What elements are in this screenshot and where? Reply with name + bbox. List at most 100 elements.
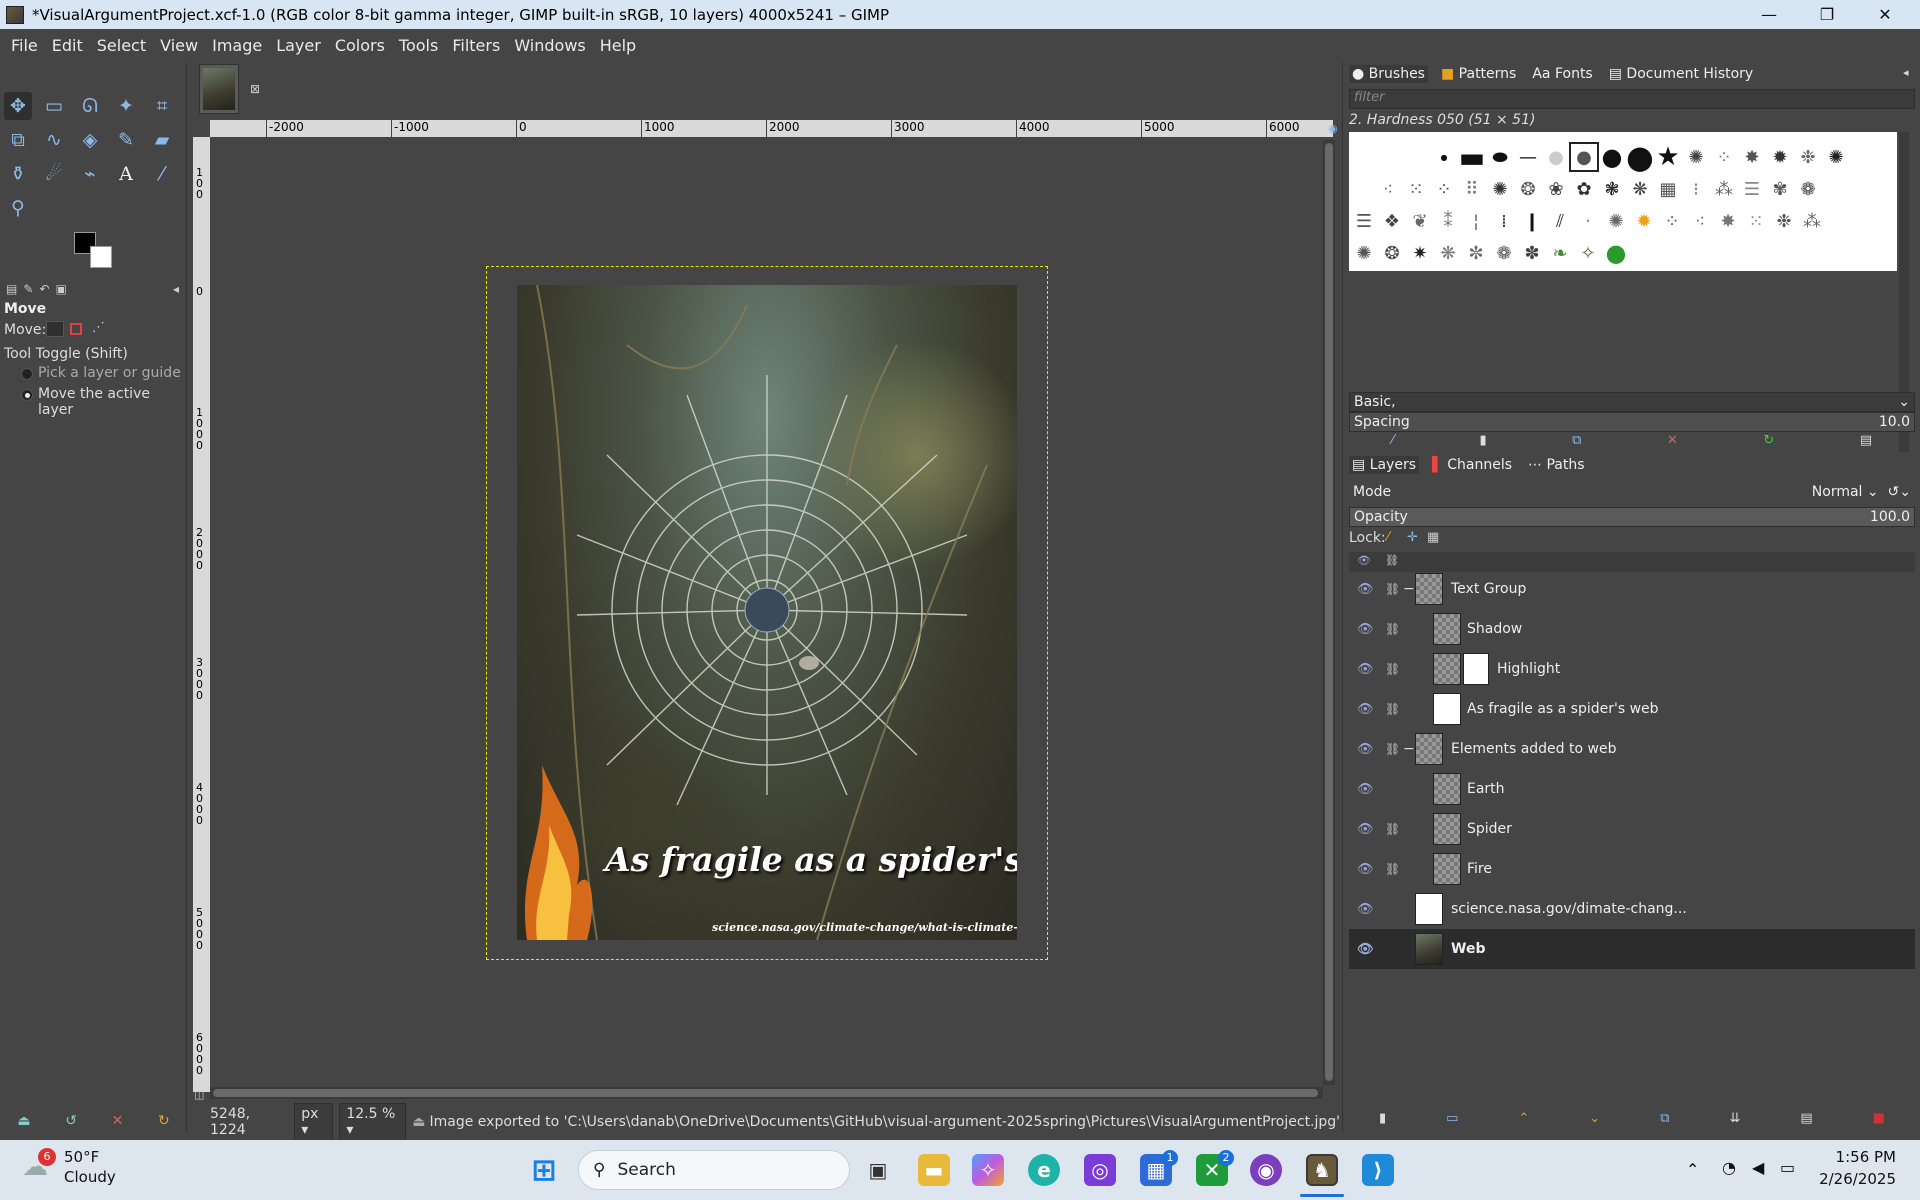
zoom-follow-icon[interactable]: ◉ bbox=[1328, 122, 1338, 135]
brush-grid[interactable]: ● ▬ ⬬ — ● ● ● ● ★ ✺ ⁘ ✸ ✹ ❉ ✺ ⁖ ⁙ ⁘ ⠿ ✺ … bbox=[1349, 132, 1897, 271]
tab-channels[interactable]: ▌ Channels bbox=[1429, 456, 1515, 474]
menu-colors[interactable]: Colors bbox=[328, 36, 392, 55]
brush-item[interactable]: ✸ bbox=[1713, 206, 1743, 236]
brush-item[interactable]: ● bbox=[1429, 142, 1459, 172]
menu-help[interactable]: Help bbox=[593, 36, 643, 55]
chain-icon[interactable]: ⛓ bbox=[1385, 582, 1400, 596]
brush-item[interactable]: ✺ bbox=[1349, 238, 1379, 268]
duplicate-brush-icon[interactable]: ⧉ bbox=[1572, 433, 1581, 448]
tab-brushes[interactable]: ● Brushes bbox=[1349, 65, 1428, 83]
brush-item[interactable]: ☰ bbox=[1737, 174, 1767, 204]
brush-item[interactable]: ★ bbox=[1653, 142, 1683, 172]
brush-item[interactable]: ❖ bbox=[1377, 206, 1407, 236]
layer-row[interactable]: 👁 ⛓ − Elements added to web bbox=[1349, 729, 1915, 769]
device-status-tab-icon[interactable]: ✎ bbox=[23, 282, 33, 296]
images-tab-icon[interactable]: ▣ bbox=[55, 282, 66, 296]
quick-mask-toggle-icon[interactable]: ◫ bbox=[194, 1088, 204, 1101]
open-brush-as-image-icon[interactable]: ▤ bbox=[1860, 433, 1872, 448]
brush-item[interactable]: ✺ bbox=[1601, 206, 1631, 236]
configure-tab-icon[interactable]: ◂ bbox=[173, 282, 179, 296]
menu-file[interactable]: File bbox=[4, 36, 45, 55]
move-tool-icon[interactable]: ✥ bbox=[4, 92, 32, 120]
horizontal-scrollbar[interactable] bbox=[210, 1087, 1323, 1099]
collapse-icon[interactable]: − bbox=[1403, 581, 1415, 597]
task-view-icon[interactable]: ▣ bbox=[862, 1154, 894, 1186]
layer-row[interactable]: 👁 ⛓ Spider bbox=[1349, 809, 1915, 849]
menu-view[interactable]: View bbox=[153, 36, 205, 55]
brush-item[interactable]: ⁞ bbox=[1489, 206, 1519, 236]
brush-item[interactable]: — bbox=[1513, 142, 1543, 172]
crop-tool-icon[interactable]: ⌗ bbox=[148, 92, 176, 120]
brush-item[interactable]: ❉ bbox=[1793, 142, 1823, 172]
brush-item[interactable]: ✺ bbox=[1681, 142, 1711, 172]
chain-icon[interactable]: ⛓ bbox=[1385, 702, 1400, 716]
restore-options-icon[interactable]: ↺ bbox=[65, 1113, 77, 1129]
brush-item[interactable]: ⁖ bbox=[1373, 174, 1403, 204]
eraser-tool-icon[interactable]: ▰ bbox=[148, 126, 176, 154]
tab-document-history[interactable]: ▤ Document History bbox=[1606, 65, 1756, 83]
tab-paths[interactable]: ⋯ Paths bbox=[1525, 456, 1588, 474]
brush-item[interactable]: ❙ bbox=[1517, 206, 1547, 236]
save-options-icon[interactable]: ⏏ bbox=[17, 1113, 30, 1129]
brush-item[interactable]: ✹ bbox=[1765, 142, 1795, 172]
brush-item[interactable]: ✺ bbox=[1821, 142, 1851, 172]
menu-image[interactable]: Image bbox=[205, 36, 269, 55]
pick-layer-radio[interactable] bbox=[21, 368, 33, 380]
layer-row[interactable]: 👁 ⛓ − Text Group bbox=[1349, 569, 1915, 609]
brush-item[interactable]: · bbox=[1573, 206, 1603, 236]
menu-filters[interactable]: Filters bbox=[445, 36, 507, 55]
image-canvas[interactable]: As fragile as a spider's web science.nas… bbox=[517, 285, 1017, 940]
delete-layer-icon[interactable]: ■ bbox=[1873, 1111, 1885, 1126]
new-layer-group-icon[interactable]: ▭ bbox=[1446, 1111, 1458, 1126]
vertical-scrollbar[interactable] bbox=[1323, 140, 1335, 1085]
smudge-tool-icon[interactable]: ☄ bbox=[40, 160, 68, 188]
visibility-eye-icon[interactable]: 👁 bbox=[1357, 742, 1374, 757]
clock-time[interactable]: 1:56 PM bbox=[1820, 1148, 1896, 1166]
edit-brush-icon[interactable]: ⁄ bbox=[1392, 433, 1394, 448]
brush-item-pepper[interactable]: ● bbox=[1601, 238, 1631, 268]
visibility-eye-icon[interactable]: 👁 bbox=[1357, 942, 1374, 957]
copilot-icon[interactable]: ✧ bbox=[972, 1154, 1004, 1186]
brush-item[interactable]: ✿ bbox=[1569, 174, 1599, 204]
tab-patterns[interactable]: ■ Patterns bbox=[1438, 65, 1519, 83]
file-explorer-icon[interactable]: ▬ bbox=[918, 1154, 950, 1186]
chain-icon[interactable]: ⛓ bbox=[1385, 662, 1400, 676]
brush-item[interactable]: ▦ bbox=[1653, 174, 1683, 204]
delete-brush-icon[interactable]: ✕ bbox=[1667, 433, 1678, 448]
paintbrush-tool-icon[interactable]: ✎ bbox=[112, 126, 140, 154]
brush-item[interactable]: ⁂ bbox=[1797, 206, 1827, 236]
fuzzy-select-tool-icon[interactable]: ✦ bbox=[112, 92, 140, 120]
brush-item[interactable]: ✺ bbox=[1485, 174, 1515, 204]
visibility-eye-icon[interactable]: 👁 bbox=[1357, 902, 1374, 917]
visibility-eye-icon[interactable]: 👁 bbox=[1357, 862, 1374, 877]
volume-icon[interactable]: ◀ bbox=[1752, 1158, 1764, 1177]
brush-item[interactable]: ● bbox=[1541, 142, 1571, 172]
visibility-eye-icon[interactable]: 👁 bbox=[1357, 702, 1374, 717]
new-layer-icon[interactable]: ▮ bbox=[1379, 1111, 1386, 1126]
menu-edit[interactable]: Edit bbox=[45, 36, 90, 55]
menu-layer[interactable]: Layer bbox=[269, 36, 328, 55]
raise-layer-icon[interactable]: ⌃ bbox=[1518, 1111, 1529, 1126]
layer-row-selected[interactable]: 👁 Web bbox=[1349, 929, 1915, 969]
github-app-icon[interactable]: ◉ bbox=[1250, 1154, 1282, 1186]
layer-row[interactable]: 👁 Earth bbox=[1349, 769, 1915, 809]
brush-item[interactable]: ❦ bbox=[1405, 206, 1435, 236]
brush-item[interactable]: ❂ bbox=[1377, 238, 1407, 268]
layer-row[interactable]: 👁 ⛓ Fire bbox=[1349, 849, 1915, 889]
clock-date[interactable]: 2/26/2025 bbox=[1810, 1170, 1896, 1188]
brush-item[interactable]: ❋ bbox=[1433, 238, 1463, 268]
chain-icon[interactable]: ⛓ bbox=[1385, 862, 1400, 876]
vscode-icon[interactable]: ⟩ bbox=[1362, 1154, 1394, 1186]
visibility-eye-icon[interactable]: 👁 bbox=[1357, 622, 1374, 637]
move-layer-mode-icon[interactable] bbox=[46, 321, 64, 337]
brush-item[interactable]: ✧ bbox=[1573, 238, 1603, 268]
tool-options-tab-icon[interactable]: ▤ bbox=[6, 282, 17, 296]
brush-item[interactable]: ❀ bbox=[1541, 174, 1571, 204]
brush-item[interactable]: ⫽ bbox=[1545, 206, 1575, 236]
text-tool-icon[interactable]: A bbox=[112, 160, 140, 188]
spacing-slider[interactable]: Spacing 10.0 bbox=[1349, 412, 1915, 432]
duplicate-layer-icon[interactable]: ⧉ bbox=[1660, 1111, 1669, 1126]
new-brush-icon[interactable]: ▮ bbox=[1479, 433, 1486, 448]
visibility-eye-icon[interactable]: 👁 bbox=[1357, 582, 1374, 597]
tab-fonts[interactable]: Aa Fonts bbox=[1529, 65, 1595, 83]
